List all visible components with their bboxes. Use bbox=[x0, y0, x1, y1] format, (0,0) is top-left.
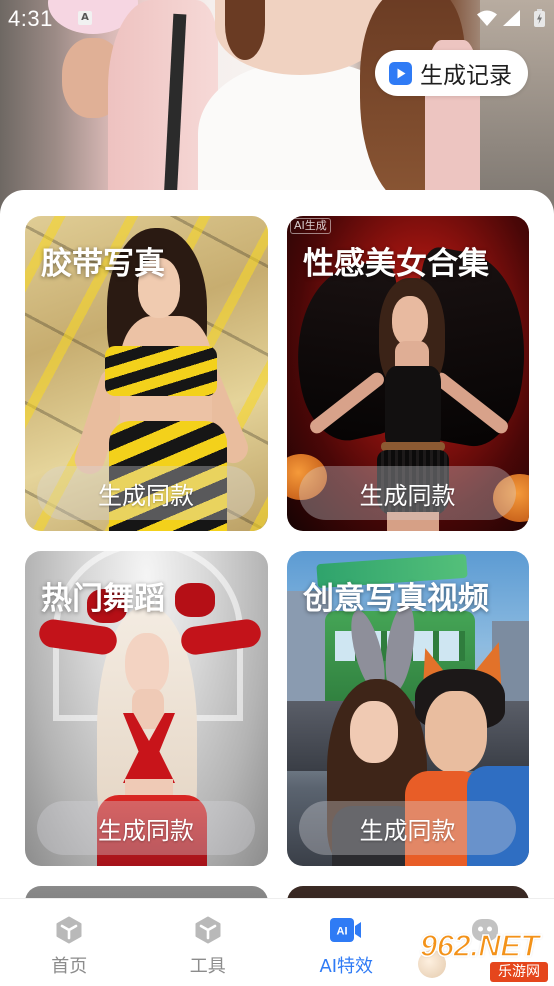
generate-same-button[interactable]: 生成同款 bbox=[37, 466, 255, 520]
status-bar: 4:31 A bbox=[0, 0, 554, 38]
nav-label-ai-effects: AI特效 bbox=[319, 956, 374, 977]
boy-face bbox=[425, 691, 487, 773]
generation-history-button[interactable]: 生成记录 bbox=[375, 50, 528, 96]
template-title: 胶带写真 bbox=[41, 246, 165, 282]
nav-item-home[interactable]: 首页 bbox=[0, 899, 139, 986]
bow-right bbox=[175, 583, 215, 617]
watermark-logo: 962.NET bbox=[419, 927, 540, 964]
nav-item-ai-effects[interactable]: AI AI特效 bbox=[277, 899, 416, 986]
corset bbox=[385, 366, 441, 446]
template-card[interactable]: 胶带写真 生成同款 bbox=[25, 216, 268, 531]
ai-camera-icon: AI bbox=[329, 916, 363, 944]
watermark-site-name: 乐游网 bbox=[490, 962, 548, 982]
ai-icon-text: AI bbox=[337, 926, 348, 938]
generate-same-button[interactable]: 生成同款 bbox=[37, 801, 255, 855]
girl-face bbox=[350, 701, 398, 763]
template-card[interactable]: 热门舞蹈 生成同款 bbox=[25, 551, 268, 866]
template-title: 热门舞蹈 bbox=[41, 581, 165, 617]
striped-top bbox=[105, 346, 217, 396]
template-card[interactable]: 创意写真视频 生成同款 bbox=[287, 551, 529, 866]
face bbox=[392, 296, 428, 346]
play-icon bbox=[389, 61, 412, 85]
notification-icon: A bbox=[78, 11, 92, 25]
wifi-icon bbox=[477, 10, 497, 26]
ai-generated-badge: AI生成 bbox=[290, 218, 331, 234]
cube-icon bbox=[52, 916, 86, 944]
generation-history-label: 生成记录 bbox=[420, 63, 512, 89]
battery-icon bbox=[534, 9, 545, 27]
nav-label-tools: 工具 bbox=[189, 956, 226, 977]
nav-label-home: 首页 bbox=[51, 956, 88, 977]
face bbox=[125, 633, 169, 695]
nav-item-tools[interactable]: 工具 bbox=[139, 899, 278, 986]
template-card[interactable]: AI生成 性感美女合集 生成同款 bbox=[287, 216, 529, 531]
template-title: 性感美女合集 bbox=[303, 246, 489, 282]
template-title: 创意写真视频 bbox=[303, 581, 489, 617]
signal-icon bbox=[503, 10, 520, 26]
status-time: 4:31 bbox=[8, 6, 53, 31]
watermark: 962.NET 乐游网 bbox=[414, 927, 552, 984]
generate-same-button[interactable]: 生成同款 bbox=[299, 466, 516, 520]
cube-icon bbox=[191, 916, 225, 944]
template-panel: 胶带写真 生成同款 AI生成 性感美女合集 生成同款 热门舞蹈 生成同款 创意写… bbox=[0, 190, 554, 986]
generate-same-button[interactable]: 生成同款 bbox=[299, 801, 516, 855]
